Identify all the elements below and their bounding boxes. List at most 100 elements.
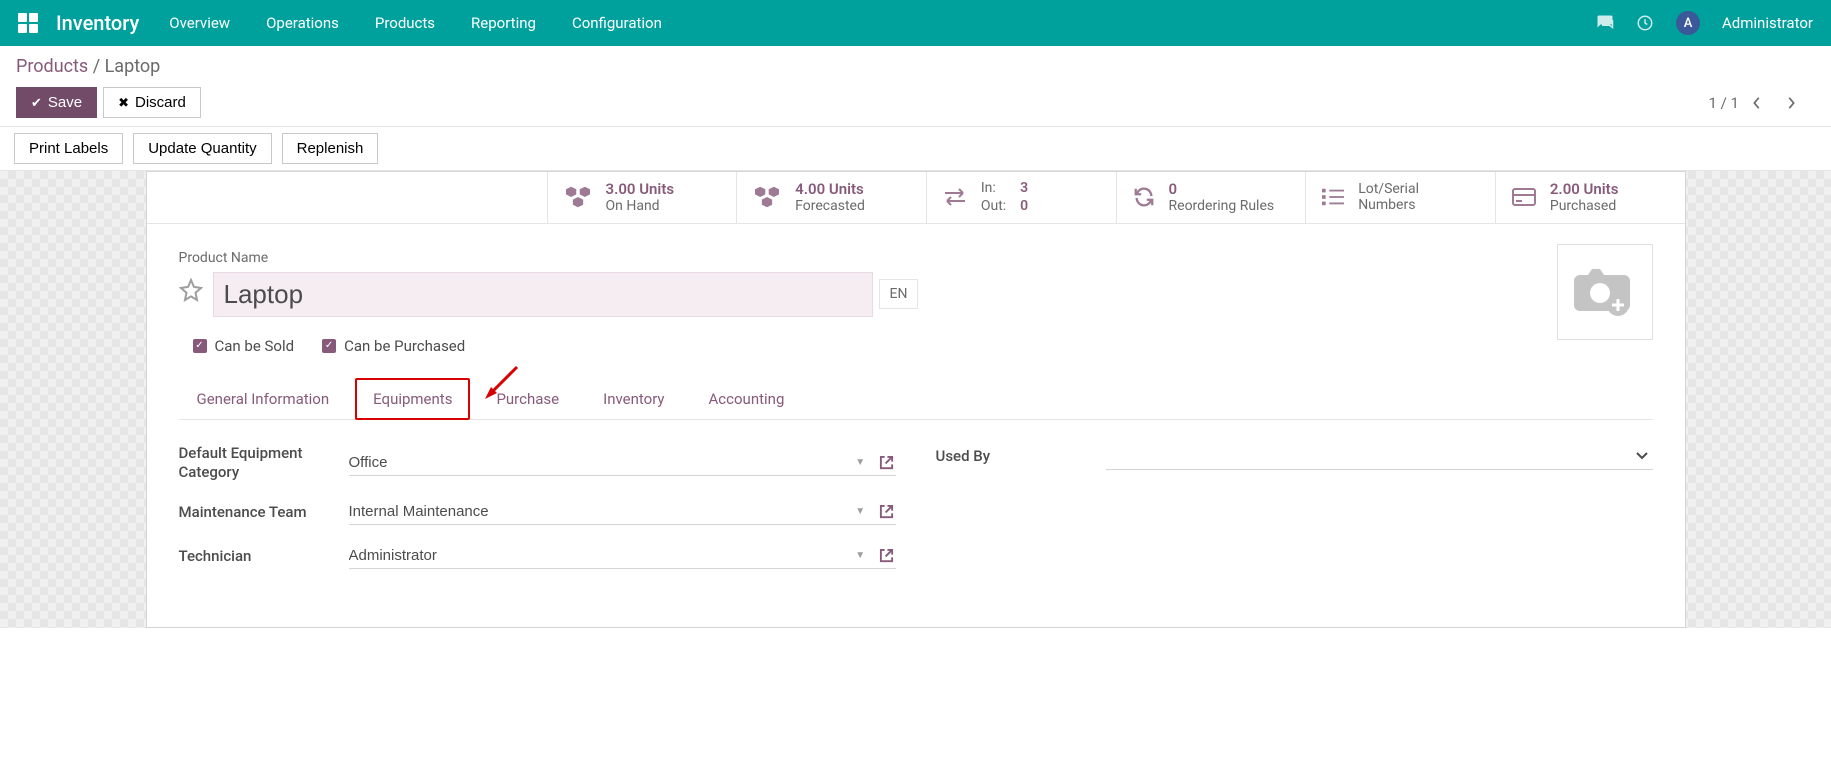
- external-link-icon[interactable]: [877, 504, 895, 519]
- menu-configuration[interactable]: Configuration: [572, 14, 662, 32]
- usedby-input[interactable]: [1106, 448, 1635, 465]
- menu-products[interactable]: Products: [375, 14, 435, 32]
- form-sheet: 3.00 Units On Hand 4.00 Units Forecasted: [146, 171, 1686, 628]
- boxes-icon: [564, 185, 592, 209]
- refresh-icon: [1133, 186, 1155, 208]
- technician-input[interactable]: [349, 547, 850, 564]
- close-icon: ✖: [118, 95, 129, 111]
- external-link-icon[interactable]: [877, 548, 895, 563]
- chat-icon[interactable]: [1596, 14, 1614, 32]
- stat-purchased-label: Purchased: [1550, 198, 1619, 215]
- usedby-label: Used By: [936, 447, 1106, 466]
- field-maintenance-team: Maintenance Team ▼: [179, 499, 896, 525]
- menu-reporting[interactable]: Reporting: [471, 14, 536, 32]
- can-be-sold-label: Can be Sold: [215, 337, 295, 355]
- top-nav: Inventory Overview Operations Products R…: [0, 0, 1831, 46]
- print-labels-button[interactable]: Print Labels: [14, 133, 123, 164]
- dropdown-caret-icon[interactable]: ▼: [849, 550, 871, 561]
- stat-forecast[interactable]: 4.00 Units Forecasted: [736, 172, 926, 223]
- clock-icon[interactable]: [1636, 14, 1654, 32]
- field-technician: Technician ▼: [179, 543, 896, 569]
- stat-purchased[interactable]: 2.00 Units Purchased: [1495, 172, 1685, 223]
- stat-reorder-label: Reordering Rules: [1169, 198, 1275, 215]
- team-input[interactable]: [349, 503, 850, 520]
- stat-purchased-value: 2.00 Units: [1550, 180, 1619, 198]
- product-name-input-wrap: [213, 272, 873, 317]
- avatar-initial: A: [1684, 16, 1693, 31]
- breadcrumb-root[interactable]: Products: [16, 56, 88, 77]
- tab-bar: General Information Equipments Purchase …: [179, 377, 1653, 420]
- breadcrumb: Products / Laptop: [16, 56, 1815, 77]
- dropdown-caret-icon[interactable]: ▼: [849, 457, 871, 468]
- category-label: Default Equipment Category: [179, 444, 349, 482]
- product-image-placeholder[interactable]: [1557, 244, 1653, 340]
- stat-forecast-value: 4.00 Units: [795, 180, 865, 198]
- subheader: Products / Laptop ✔ Save ✖ Discard 1 / 1: [0, 46, 1831, 126]
- list-icon: [1322, 188, 1344, 206]
- breadcrumb-current: Laptop: [105, 56, 161, 77]
- discard-label: Discard: [135, 94, 186, 111]
- tab-equipments[interactable]: Equipments: [355, 378, 470, 420]
- checkbox-checked-icon: ✓: [193, 339, 207, 353]
- discard-button[interactable]: ✖ Discard: [103, 87, 201, 118]
- stat-inout[interactable]: In: 3 Out: 0: [926, 172, 1116, 223]
- tab-accounting[interactable]: Accounting: [691, 378, 803, 420]
- pager-prev-icon[interactable]: [1751, 96, 1773, 110]
- stat-reorder[interactable]: 0 Reordering Rules: [1116, 172, 1306, 223]
- save-button[interactable]: ✔ Save: [16, 87, 97, 118]
- pager-next-icon[interactable]: [1785, 96, 1807, 110]
- menu-overview[interactable]: Overview: [169, 14, 230, 32]
- form-background: 3.00 Units On Hand 4.00 Units Forecasted: [0, 171, 1831, 628]
- can-be-sold-checkbox[interactable]: ✓ Can be Sold: [193, 337, 295, 355]
- top-menu: Overview Operations Products Reporting C…: [169, 14, 662, 32]
- star-icon[interactable]: [179, 278, 203, 302]
- technician-label: Technician: [179, 547, 349, 566]
- app-title[interactable]: Inventory: [56, 11, 139, 35]
- stat-out-value: 0: [1020, 198, 1028, 214]
- avatar[interactable]: A: [1676, 11, 1700, 35]
- can-be-purchased-label: Can be Purchased: [344, 337, 465, 355]
- stat-onhand[interactable]: 3.00 Units On Hand: [547, 172, 737, 223]
- stat-forecast-label: Forecasted: [795, 198, 865, 215]
- tab-col-right: Used By: [936, 444, 1653, 588]
- boxes-icon: [753, 185, 781, 209]
- stat-bar: 3.00 Units On Hand 4.00 Units Forecasted: [147, 172, 1685, 224]
- tab-inventory[interactable]: Inventory: [585, 378, 682, 420]
- tab-general-info[interactable]: General Information: [179, 378, 348, 420]
- chevron-down-icon[interactable]: [1635, 451, 1653, 461]
- checkbox-checked-icon: ✓: [322, 339, 336, 353]
- replenish-button[interactable]: Replenish: [282, 133, 379, 164]
- field-used-by: Used By: [936, 444, 1653, 470]
- product-name-label: Product Name: [179, 250, 1653, 266]
- tab-content: Default Equipment Category ▼ Maintenance…: [179, 444, 1653, 588]
- stat-reorder-value: 0: [1169, 180, 1275, 198]
- field-default-equipment-category: Default Equipment Category ▼: [179, 444, 896, 482]
- stat-lots-label: Lot/Serial Numbers: [1358, 181, 1479, 215]
- can-be-purchased-checkbox[interactable]: ✓ Can be Purchased: [322, 337, 465, 355]
- secondary-bar: Print Labels Update Quantity Replenish: [0, 126, 1831, 171]
- language-badge[interactable]: EN: [879, 279, 919, 309]
- user-name[interactable]: Administrator: [1722, 14, 1813, 32]
- dropdown-caret-icon[interactable]: ▼: [849, 506, 871, 517]
- stat-lots[interactable]: Lot/Serial Numbers: [1305, 172, 1495, 223]
- action-row: ✔ Save ✖ Discard 1 / 1: [16, 87, 1815, 118]
- menu-operations[interactable]: Operations: [266, 14, 339, 32]
- tab-purchase[interactable]: Purchase: [478, 378, 577, 420]
- breadcrumb-sep: /: [93, 56, 105, 77]
- team-label: Maintenance Team: [179, 503, 349, 522]
- update-quantity-button[interactable]: Update Quantity: [133, 133, 271, 164]
- app-grid-icon[interactable]: [18, 13, 38, 33]
- stat-in-value: 3: [1020, 180, 1028, 196]
- stat-in-label: In:: [981, 180, 1006, 196]
- card-icon: [1512, 188, 1536, 206]
- nav-right: A Administrator: [1596, 11, 1813, 35]
- stat-onhand-value: 3.00 Units: [606, 180, 675, 198]
- product-name-input[interactable]: [213, 272, 873, 317]
- check-icon: ✔: [31, 95, 42, 111]
- category-input[interactable]: [349, 454, 850, 471]
- save-label: Save: [48, 94, 82, 111]
- form-body: Product Name EN ✓ Can be Sold ✓ Can be: [147, 224, 1685, 628]
- stat-out-label: Out:: [981, 198, 1006, 214]
- external-link-icon[interactable]: [877, 455, 895, 470]
- tab-col-left: Default Equipment Category ▼ Maintenance…: [179, 444, 896, 588]
